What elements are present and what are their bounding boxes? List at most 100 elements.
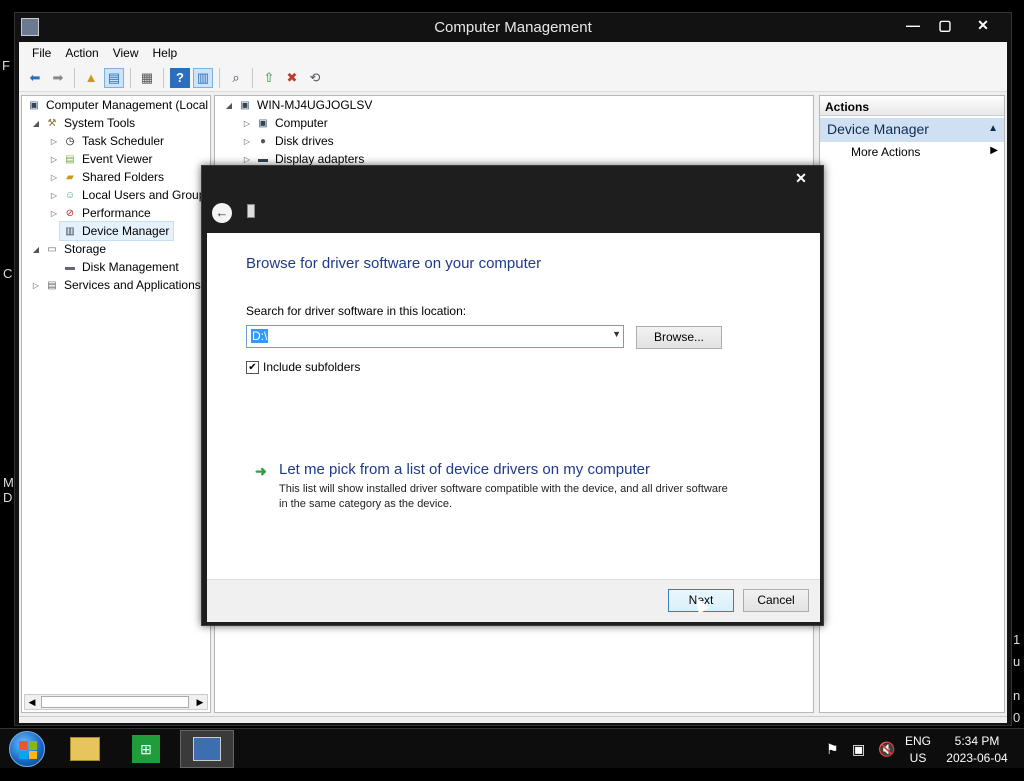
- taskbar-store[interactable]: ⊞: [119, 730, 173, 768]
- expand-arrow-icon[interactable]: ▷: [48, 173, 60, 182]
- expand-arrow-icon[interactable]: ▷: [48, 209, 60, 218]
- expand-arrow-icon[interactable]: ▷: [241, 119, 253, 128]
- tree-node-system-tools[interactable]: ◢ ⚒ System Tools: [30, 114, 135, 132]
- disable-device-icon[interactable]: ✖: [282, 68, 302, 88]
- chevron-down-icon[interactable]: ▼: [612, 329, 621, 339]
- tree-node-task-scheduler[interactable]: ▷ ◷ Task Scheduler: [48, 132, 164, 150]
- help-icon[interactable]: ?: [170, 67, 190, 88]
- desktop-fragment: C: [3, 266, 13, 281]
- desktop-fragment: 1: [1013, 632, 1021, 647]
- actions-header: Actions: [820, 96, 1004, 116]
- computer-icon: ▣: [240, 99, 250, 111]
- tree-node-performance[interactable]: ▷ ⊘ Performance: [48, 204, 151, 222]
- tree-node-shared-folders[interactable]: ▷ ▰ Shared Folders: [48, 168, 164, 186]
- language-indicator[interactable]: ENG US: [900, 734, 936, 774]
- device-icon: [247, 204, 255, 218]
- checkmark-icon[interactable]: ✔: [246, 360, 259, 374]
- expand-arrow-icon[interactable]: ▷: [241, 137, 253, 146]
- toolbar: ⬅ ➡ ▲ ▤ ▦ ? ▥ ⌕ ⇧ ✖ ⟲: [19, 64, 1007, 92]
- network-icon[interactable]: ▣: [852, 741, 865, 781]
- flag-icon[interactable]: ⚑: [826, 741, 839, 781]
- store-icon: ⊞: [132, 735, 160, 763]
- properties-icon[interactable]: ▦: [137, 68, 157, 88]
- update-driver-dialog: ✕ ← Browse for driver software on your c…: [201, 165, 824, 626]
- location-combobox[interactable]: D:\ ▼: [246, 325, 624, 348]
- tree-node-services[interactable]: ▷ ▤ Services and Applications: [30, 276, 201, 294]
- forward-arrow-icon[interactable]: ➡: [48, 68, 68, 88]
- start-button[interactable]: [9, 731, 45, 767]
- volume-muted-icon[interactable]: 🔇: [878, 741, 895, 781]
- collapse-triangle-icon[interactable]: ▲: [988, 123, 998, 134]
- services-icon: ▤: [47, 279, 57, 291]
- expand-arrow-icon[interactable]: ▷: [48, 191, 60, 200]
- taskbar-file-explorer[interactable]: [58, 730, 112, 768]
- cancel-button[interactable]: Cancel: [743, 589, 809, 612]
- desktop-fragment: F: [2, 58, 10, 73]
- event-viewer-icon: ▤: [65, 153, 75, 165]
- back-arrow-icon[interactable]: ⬅: [25, 68, 45, 88]
- submenu-arrow-icon: ▶: [990, 145, 998, 156]
- disk-drive-icon: ●: [259, 135, 267, 147]
- expand-arrow-icon[interactable]: ▷: [48, 137, 60, 146]
- clock-icon: ◷: [65, 135, 75, 147]
- device-host-node[interactable]: ◢ ▣ WIN-MJ4UGJOGLSV: [223, 96, 372, 114]
- desktop-fragment: u: [1013, 654, 1021, 669]
- green-arrow-icon: ➜: [255, 463, 267, 479]
- tree-horizontal-scrollbar[interactable]: ◀ ▶: [24, 694, 208, 710]
- taskbar-computer-management[interactable]: [180, 730, 234, 768]
- close-button[interactable]: ✕: [961, 15, 1005, 35]
- expand-arrow-icon[interactable]: ▷: [241, 155, 253, 164]
- tree-node-disk-management[interactable]: ▬ Disk Management: [60, 258, 179, 276]
- collapse-arrow-icon[interactable]: ◢: [30, 245, 42, 254]
- show-hide-console-tree-icon[interactable]: ▤: [104, 67, 124, 88]
- back-arrow-icon[interactable]: ←: [212, 203, 232, 223]
- scan-hardware-icon[interactable]: ⌕: [226, 68, 246, 88]
- device-manager-icon: ▥: [65, 225, 75, 237]
- users-icon: ☺: [64, 189, 76, 201]
- dialog-close-button[interactable]: ✕: [787, 168, 815, 188]
- dialog-body: Browse for driver software on your compu…: [207, 233, 820, 579]
- menu-file[interactable]: File: [25, 46, 58, 60]
- expand-arrow-icon[interactable]: ▷: [30, 281, 42, 290]
- tree-node-storage[interactable]: ◢ ▭ Storage: [30, 240, 106, 258]
- title-bar[interactable]: Computer Management — ▢ ✕: [15, 13, 1011, 43]
- scroll-left-icon[interactable]: ◀: [25, 695, 39, 709]
- pick-link-title[interactable]: Let me pick from a list of device driver…: [279, 461, 650, 478]
- minimize-button[interactable]: —: [897, 15, 929, 35]
- tree-node-local-users[interactable]: ▷ ☺ Local Users and Group: [48, 186, 205, 204]
- device-category-computer[interactable]: ▷ ▣ Computer: [241, 114, 328, 132]
- menu-help[interactable]: Help: [146, 46, 185, 60]
- tree-node-root[interactable]: ▣ Computer Management (Local: [24, 96, 208, 114]
- collapse-arrow-icon[interactable]: ◢: [30, 119, 42, 128]
- dialog-footer: Next Cancel: [207, 579, 820, 622]
- computer-icon: ▣: [258, 117, 268, 129]
- search-location-label: Search for driver software in this locat…: [246, 304, 467, 318]
- disk-icon: ▬: [65, 261, 75, 273]
- uninstall-device-icon[interactable]: ⟲: [305, 68, 325, 88]
- tree-node-event-viewer[interactable]: ▷ ▤ Event Viewer: [48, 150, 153, 168]
- scroll-thumb[interactable]: [41, 696, 189, 708]
- actions-section-device-manager[interactable]: Device Manager ▲: [820, 118, 1004, 142]
- scroll-right-icon[interactable]: ▶: [193, 695, 207, 709]
- show-hide-action-pane-icon[interactable]: ▥: [193, 67, 213, 88]
- collapse-arrow-icon[interactable]: ◢: [223, 101, 235, 110]
- location-value: D:\: [251, 329, 269, 343]
- tree-node-device-manager[interactable]: ▥ Device Manager: [58, 221, 175, 241]
- menu-bar: File Action View Help: [19, 42, 1007, 64]
- device-category-disk-drives[interactable]: ▷ ● Disk drives: [241, 132, 334, 150]
- update-driver-icon[interactable]: ⇧: [259, 68, 279, 88]
- include-subfolders-checkbox[interactable]: ✔ Include subfolders: [246, 360, 360, 374]
- browse-button[interactable]: Browse...: [636, 326, 722, 349]
- desktop-fragment: n: [1013, 688, 1021, 703]
- windows-logo-icon: [19, 741, 37, 759]
- expand-arrow-icon[interactable]: ▷: [48, 155, 60, 164]
- clock[interactable]: 5:34 PM 2023-06-04: [940, 734, 1014, 774]
- performance-icon: ⊘: [65, 207, 75, 219]
- maximize-button[interactable]: ▢: [929, 15, 961, 35]
- desktop-fragment: M: [3, 475, 14, 490]
- more-actions-item[interactable]: More Actions ▶: [820, 142, 1004, 162]
- menu-action[interactable]: Action: [58, 46, 105, 60]
- up-folder-icon[interactable]: ▲: [81, 68, 101, 88]
- window-title: Computer Management: [434, 19, 592, 36]
- menu-view[interactable]: View: [106, 46, 146, 60]
